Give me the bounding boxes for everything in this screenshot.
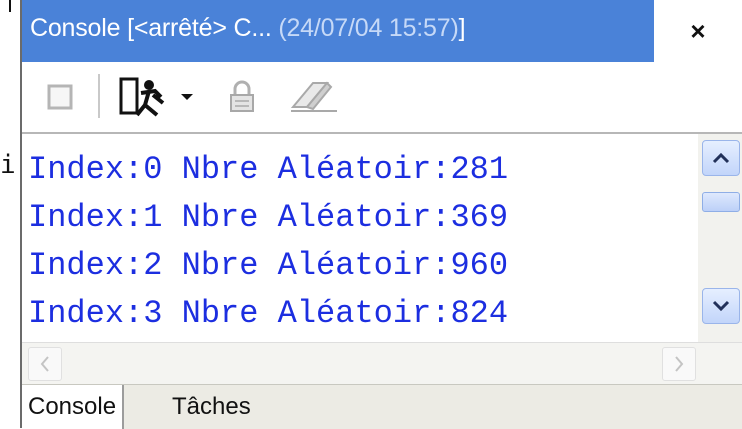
console-view: Console [<arrêté> C... (24/07/04 15:57)]…: [20, 0, 742, 429]
run-dropdown-button[interactable]: [172, 74, 202, 120]
scroll-up-button[interactable]: [702, 140, 740, 176]
dropdown-arrow-icon: [181, 94, 193, 100]
pin-console-button[interactable]: [222, 74, 262, 120]
console-line: Index:3 Nbre Aléatoir:824: [28, 295, 509, 332]
scroll-thumb[interactable]: [702, 192, 740, 212]
console-lines: Index:0 Nbre Aléatoir:281 Index:1 Nbre A…: [28, 146, 508, 338]
run-button[interactable]: [114, 74, 172, 120]
title-suffix: ]: [458, 14, 466, 42]
chevron-up-icon: [712, 152, 730, 164]
tab-taches[interactable]: Tâches: [166, 385, 257, 429]
title-date: (24/07/04 15:57): [278, 14, 459, 42]
chevron-left-icon: [40, 356, 49, 372]
stop-icon: [47, 84, 73, 110]
run-icon: [119, 77, 165, 117]
view-title-bar: Console [<arrêté> C... (24/07/04 15:57)]…: [22, 0, 742, 62]
tab-console[interactable]: Console: [22, 385, 125, 429]
scroll-down-button[interactable]: [702, 288, 740, 324]
clear-eraser-icon: [290, 81, 337, 112]
view-title: Console [<arrêté> C... (24/07/04 15:57)]: [30, 14, 466, 43]
console-line: Index:0 Nbre Aléatoir:281: [28, 151, 509, 188]
scroll-left-button[interactable]: [28, 347, 62, 381]
terminate-button[interactable]: [38, 74, 82, 120]
close-icon: ×: [690, 15, 706, 46]
window-edge-fragment: [9, 0, 11, 12]
title-prefix: Console [<arrêté> C...: [30, 14, 272, 42]
toolbar-separator: [98, 74, 100, 118]
scroll-right-button[interactable]: [662, 347, 696, 381]
console-toolbar: [22, 62, 742, 132]
view-tab-bar: Console Tâches: [22, 384, 742, 429]
console-line: Index:1 Nbre Aléatoir:369: [28, 199, 509, 236]
chevron-down-icon: [712, 300, 730, 312]
console-output[interactable]: Index:0 Nbre Aléatoir:281 Index:1 Nbre A…: [22, 132, 742, 344]
close-button[interactable]: ×: [654, 0, 742, 62]
horizontal-scrollbar[interactable]: [22, 342, 742, 385]
vertical-scrollbar[interactable]: [698, 134, 742, 344]
chevron-right-icon: [675, 356, 684, 372]
console-line: Index:2 Nbre Aléatoir:960: [28, 247, 509, 284]
clear-console-button[interactable]: [284, 74, 344, 120]
pin-lock-icon: [230, 80, 254, 112]
